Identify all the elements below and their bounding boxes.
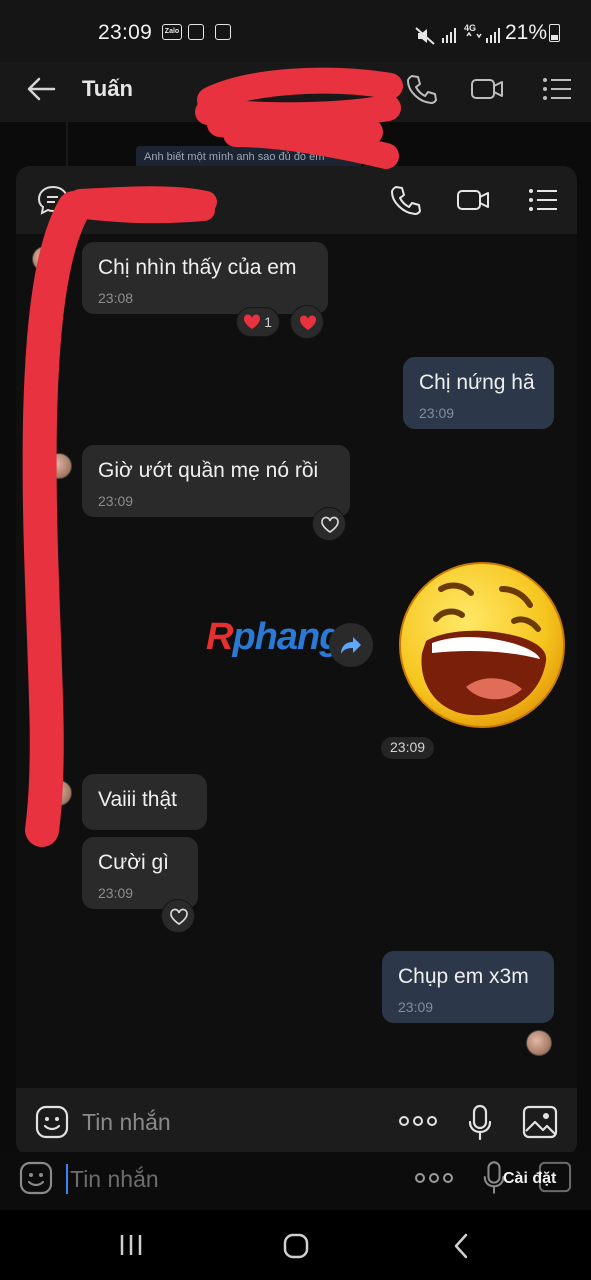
message-input[interactable]: Tin nhắn bbox=[82, 1109, 171, 1136]
chat-popup: Chị nhìn thấy của em 23:08 1 Chị nứng hã… bbox=[16, 166, 577, 1156]
message-bubble-outgoing[interactable]: Chụp em x3m 23:09 bbox=[382, 951, 554, 1023]
message-text: Vaiii thật bbox=[98, 788, 177, 811]
message-bubble-incoming[interactable]: Cười gì 23:09 bbox=[82, 837, 198, 909]
divider bbox=[66, 122, 68, 168]
menu-list-icon[interactable] bbox=[540, 72, 574, 106]
image-icon bbox=[188, 24, 204, 40]
message-time: 23:08 bbox=[98, 290, 134, 306]
battery-icon bbox=[549, 24, 560, 42]
message-time: 23:09 bbox=[398, 999, 434, 1015]
status-time: 23:09 bbox=[98, 21, 153, 44]
phone-icon[interactable] bbox=[388, 183, 422, 217]
watermark-main: phang bbox=[232, 616, 342, 658]
navigation-bar bbox=[0, 1210, 591, 1280]
avatar[interactable] bbox=[32, 246, 58, 272]
sticker-time: 23:09 bbox=[381, 737, 435, 759]
message-bubble-incoming[interactable]: Giờ ướt quần mẹ nó rồi 23:09 bbox=[82, 445, 350, 517]
sticker-icon[interactable] bbox=[34, 1104, 70, 1140]
battery-percent: 21% bbox=[504, 21, 547, 44]
seen-avatar bbox=[526, 1030, 552, 1056]
sticker-icon[interactable] bbox=[18, 1160, 54, 1196]
recent-apps-icon[interactable] bbox=[118, 1232, 144, 1258]
video-call-icon[interactable] bbox=[470, 72, 504, 106]
gallery-image-icon[interactable] bbox=[522, 1105, 558, 1139]
zalo-icon: Zalo bbox=[162, 24, 182, 40]
home-icon[interactable] bbox=[282, 1232, 310, 1260]
more-options-icon[interactable] bbox=[398, 1114, 438, 1128]
message-text: Chị nhìn thấy của em bbox=[98, 256, 297, 279]
forward-button[interactable] bbox=[329, 623, 373, 667]
reaction-count: 1 bbox=[264, 314, 272, 330]
react-button[interactable] bbox=[161, 899, 195, 933]
back-arrow-icon[interactable] bbox=[24, 74, 58, 104]
settings-label[interactable]: Cài đặt bbox=[503, 1170, 556, 1188]
network-4g-icon: 4G bbox=[464, 23, 482, 39]
message-bubble-outgoing[interactable]: Chị nứng hã 23:09 bbox=[403, 357, 554, 429]
app-icon bbox=[215, 24, 231, 40]
microphone-icon[interactable] bbox=[467, 1104, 493, 1142]
heart-icon bbox=[299, 315, 317, 330]
forward-arrow-icon bbox=[341, 637, 361, 654]
network-label: 4G bbox=[464, 23, 476, 33]
message-time: 23:09 bbox=[98, 493, 134, 509]
heart-icon bbox=[243, 314, 261, 329]
chat-bubble-icon[interactable] bbox=[36, 183, 70, 217]
status-bar: 23:09 Zalo 4G 21% bbox=[0, 0, 591, 62]
message-time: 23:09 bbox=[98, 885, 134, 901]
heart-outline-icon bbox=[170, 908, 188, 926]
message-text: Chụp em x3m bbox=[398, 965, 529, 988]
message-bubble-incoming[interactable]: Vaiii thật bbox=[82, 774, 207, 830]
message-text: Giờ ướt quần mẹ nó rồi bbox=[98, 459, 319, 482]
avatar[interactable] bbox=[46, 780, 72, 806]
message-bubble-incoming[interactable]: Chị nhìn thấy của em 23:08 bbox=[82, 242, 328, 314]
video-call-icon[interactable] bbox=[456, 183, 490, 217]
message-text: Chị nứng hã bbox=[419, 371, 535, 394]
text-caret bbox=[66, 1164, 68, 1194]
signal-icon bbox=[442, 28, 456, 43]
heart-outline-icon bbox=[321, 516, 339, 534]
react-button[interactable] bbox=[290, 305, 324, 339]
more-options-icon[interactable] bbox=[414, 1171, 454, 1185]
message-time: 23:09 bbox=[419, 405, 455, 421]
menu-list-icon[interactable] bbox=[526, 183, 560, 217]
message-composer: Tin nhắn bbox=[16, 1088, 577, 1156]
chat-popup-header bbox=[16, 166, 577, 234]
background-composer: Tin nhắn Cài đặt bbox=[0, 1152, 591, 1210]
back-icon[interactable] bbox=[450, 1232, 474, 1260]
laughing-emoji-sticker[interactable] bbox=[396, 559, 568, 731]
react-button[interactable] bbox=[312, 507, 346, 541]
contact-name: Tuấn bbox=[82, 76, 133, 101]
message-input[interactable]: Tin nhắn bbox=[70, 1166, 159, 1193]
phone-icon[interactable] bbox=[404, 72, 438, 106]
message-text: Cười gì bbox=[98, 851, 170, 874]
mute-icon bbox=[415, 27, 435, 45]
watermark-prefix: R bbox=[206, 616, 233, 658]
reaction-count-badge[interactable]: 1 bbox=[236, 307, 280, 337]
avatar[interactable] bbox=[46, 453, 72, 479]
signal-icon bbox=[486, 28, 500, 43]
